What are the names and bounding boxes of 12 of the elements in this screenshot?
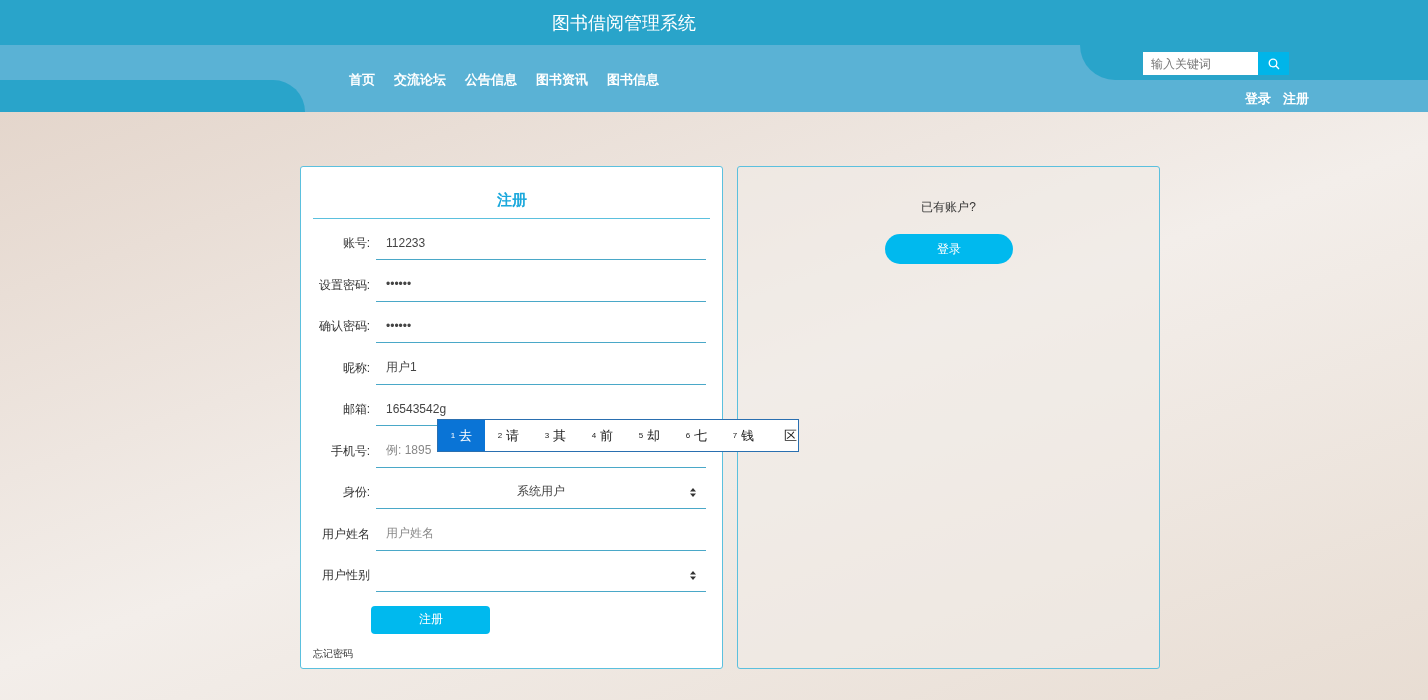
field-label: 用户性别 <box>321 567 370 584</box>
field-label: 设置密码: <box>317 276 370 294</box>
account-prompt: 已有账户? <box>921 199 976 216</box>
field-label: 确认密码: <box>317 318 370 335</box>
field-label: 身份: <box>341 484 370 501</box>
field-label: 手机号: <box>329 442 370 460</box>
field-label: 用户姓名 <box>321 525 370 543</box>
field-label: 昵称: <box>341 359 370 377</box>
form-title: 注册 <box>313 181 710 219</box>
field-label: 邮箱: <box>341 401 370 418</box>
field-label: 账号: <box>341 235 370 252</box>
site-title: 图书借阅管理系统 <box>552 11 696 35</box>
